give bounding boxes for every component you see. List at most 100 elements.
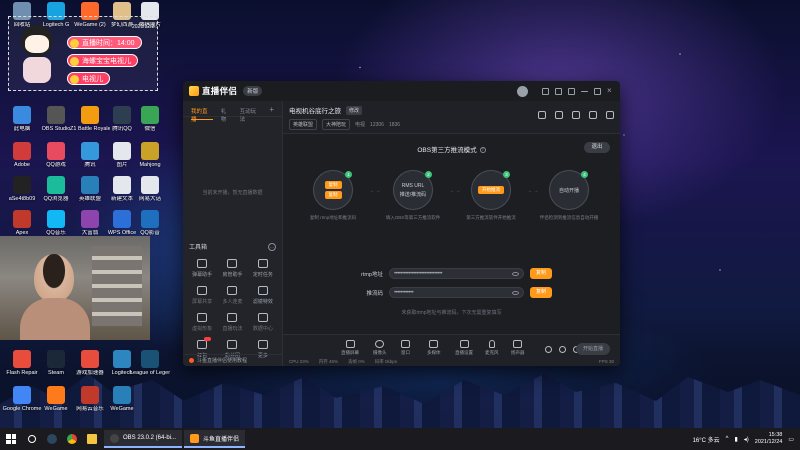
chrome-taskbar-icon[interactable] (62, 428, 82, 450)
step-2: 2 RMS URL 推送/推流码 填入OBS等第三方推流软件 (385, 170, 441, 220)
desktop-icon[interactable]: Steam (38, 350, 74, 376)
window-icon (401, 340, 410, 348)
avatar-icon (197, 313, 208, 322)
screenshot-icon[interactable] (555, 111, 563, 119)
copy-rtmp-button[interactable]: 复制 (530, 268, 552, 279)
tab-my-live[interactable]: 我的直播 (191, 107, 213, 123)
chrome-icon (13, 386, 31, 404)
close-icon[interactable]: × (607, 86, 614, 95)
overlay-tag-pill: 电视儿 (67, 72, 110, 85)
desktop-icon[interactable]: QQ影音 (132, 210, 168, 236)
tab-interactive[interactable]: 互动玩法 (240, 107, 262, 123)
edit-room-button[interactable]: 修改 (346, 105, 363, 115)
overlay-alert-widget[interactable]: 直播时间：14:00 海螺宝宝电视儿 电视儿 (8, 16, 158, 91)
app-icon (81, 210, 99, 228)
screen-source-button[interactable]: 直播屏幕 (341, 340, 359, 356)
obs-icon (110, 433, 119, 443)
search-icon[interactable] (22, 428, 42, 450)
live-settings-button[interactable]: 直播设置 (455, 340, 473, 356)
anime-avatar (15, 21, 59, 87)
tool-item[interactable]: 直播玩法 (217, 313, 247, 332)
app-icon (13, 142, 31, 160)
eye-icon[interactable] (512, 290, 519, 295)
tool-item[interactable]: 多人连麦 (217, 286, 247, 305)
chat-icon[interactable] (572, 111, 580, 119)
tool-item[interactable]: 虚拟形象 (187, 313, 217, 332)
desktop-icon[interactable]: OBS Studio (38, 106, 74, 132)
desktop-icon[interactable]: aSe4t8b09 (4, 176, 40, 202)
tool-item[interactable]: 滤镜特效 (248, 286, 278, 305)
tutorial-link[interactable]: 斗鱼直播伴侣使用教程 (183, 354, 282, 366)
tool-item[interactable]: 定时任务 (248, 259, 278, 278)
overlay-name-pill: 海螺宝宝电视儿 (67, 54, 138, 67)
live-assistant-window: 直播伴侣 新版 × 我的直播 礼物 互动玩法 + 当前未开播，暂无直播数据 工具… (183, 81, 620, 366)
toolbox-more-icon[interactable]: … (268, 242, 276, 251)
live-assistant-task-button[interactable]: 斗鱼直播伴侣 (184, 430, 246, 448)
room-title[interactable]: 电视机谷底行之旅 (289, 105, 341, 115)
subcategory-chip[interactable]: 大神陪玩 (322, 119, 351, 130)
obs-task-button[interactable]: OBS 23.0.2 (64-bi... (104, 430, 183, 448)
app-icon (113, 106, 131, 124)
speaker-button[interactable]: 扬声器 (511, 340, 525, 356)
help-icon[interactable]: ? (479, 147, 486, 154)
camera-source-button[interactable]: 摄像头 (373, 340, 387, 356)
volume-icon[interactable]: ◂) (744, 436, 749, 443)
share-icon[interactable] (606, 111, 614, 119)
desktop-icon[interactable]: Logitech (104, 350, 140, 376)
desktop-icon[interactable]: QQ浏览器 (38, 176, 74, 202)
desktop-icon[interactable]: 此电脑 (4, 106, 40, 132)
desktop-icon[interactable]: 微信 (132, 106, 168, 132)
obs-mode-stage: OBS第三方推流模式? 退出 1 复制 复制 复制 rtmp地址和推流码 → →… (283, 133, 620, 346)
tool-item[interactable]: 数据中心 (248, 313, 278, 332)
minimize-icon[interactable] (581, 90, 588, 92)
desktop-icon[interactable]: QQ游戏 (38, 142, 74, 168)
desktop-icon[interactable]: QQ音乐 (38, 210, 74, 236)
desktop-icon[interactable]: Google Chrome (3, 386, 41, 412)
user-avatar[interactable] (517, 85, 528, 97)
stream-key-input[interactable]: •••••••••••• (389, 287, 524, 298)
category-chip[interactable]: 英雄联盟 (289, 119, 318, 130)
desktop-icon[interactable]: Mahjong (132, 142, 168, 168)
desktop-icon[interactable]: WeGame (104, 386, 140, 412)
steam-taskbar-icon[interactable] (42, 428, 62, 450)
tray-arrow-icon[interactable]: ^ (726, 436, 729, 442)
network-icon[interactable]: ▮ (734, 436, 737, 443)
maximize-icon[interactable] (594, 87, 601, 95)
eye-icon[interactable] (559, 346, 566, 353)
gift-icon[interactable] (538, 111, 546, 119)
start-live-button[interactable]: 开始直播 (576, 343, 610, 355)
tab-gifts[interactable]: 礼物 (221, 107, 232, 123)
start-button[interactable] (0, 434, 22, 444)
media-icon (429, 340, 439, 348)
rtmp-input[interactable]: •••••••••••••••••••••••••••••• (389, 268, 524, 279)
screen-icon[interactable] (555, 87, 562, 95)
folder-taskbar-icon[interactable] (82, 428, 102, 450)
media-source-button[interactable]: 多媒体 (427, 340, 441, 356)
computer-icon (13, 106, 31, 124)
stream-key-field: 推流码 •••••••••••• 复制 (353, 287, 552, 298)
tool-item[interactable]: 弹幕助手 (187, 259, 217, 278)
desktop-icon[interactable]: Adobe (4, 142, 40, 168)
message-icon[interactable] (542, 87, 549, 95)
app-icon (81, 106, 99, 124)
copy-key-button[interactable]: 复制 (530, 287, 552, 298)
exit-mode-button[interactable]: 退出 (584, 142, 610, 153)
eye-icon[interactable] (512, 271, 519, 276)
record-icon[interactable] (545, 346, 552, 353)
add-tab-icon[interactable]: + (269, 106, 274, 116)
tool-item[interactable]: 屏幕共享 (187, 286, 217, 305)
clock[interactable]: 15:38 2021/12/24 (755, 432, 783, 446)
window-source-button[interactable]: 窗口 (401, 340, 410, 356)
version-badge[interactable]: 新版 (243, 86, 263, 96)
menu-icon[interactable] (568, 87, 575, 95)
room-info: 电视机谷底行之旅 修改 英雄联盟 大神陪玩 电视 12306 1836 (289, 105, 614, 131)
desktop-icon[interactable]: WeGame (38, 386, 74, 412)
bell-icon[interactable] (589, 111, 597, 119)
notification-icon[interactable]: ▭ (788, 436, 794, 443)
desktop-icon[interactable]: Apex (4, 210, 40, 236)
weather-text[interactable]: 16°C 多云 (693, 435, 720, 444)
microphone-button[interactable]: 麦克风 (485, 340, 499, 356)
desktop-icon[interactable]: 网易大话 (132, 176, 168, 202)
tool-item[interactable]: 房管助手 (217, 259, 247, 278)
desktop-icon[interactable]: Flash Repair (4, 350, 40, 376)
